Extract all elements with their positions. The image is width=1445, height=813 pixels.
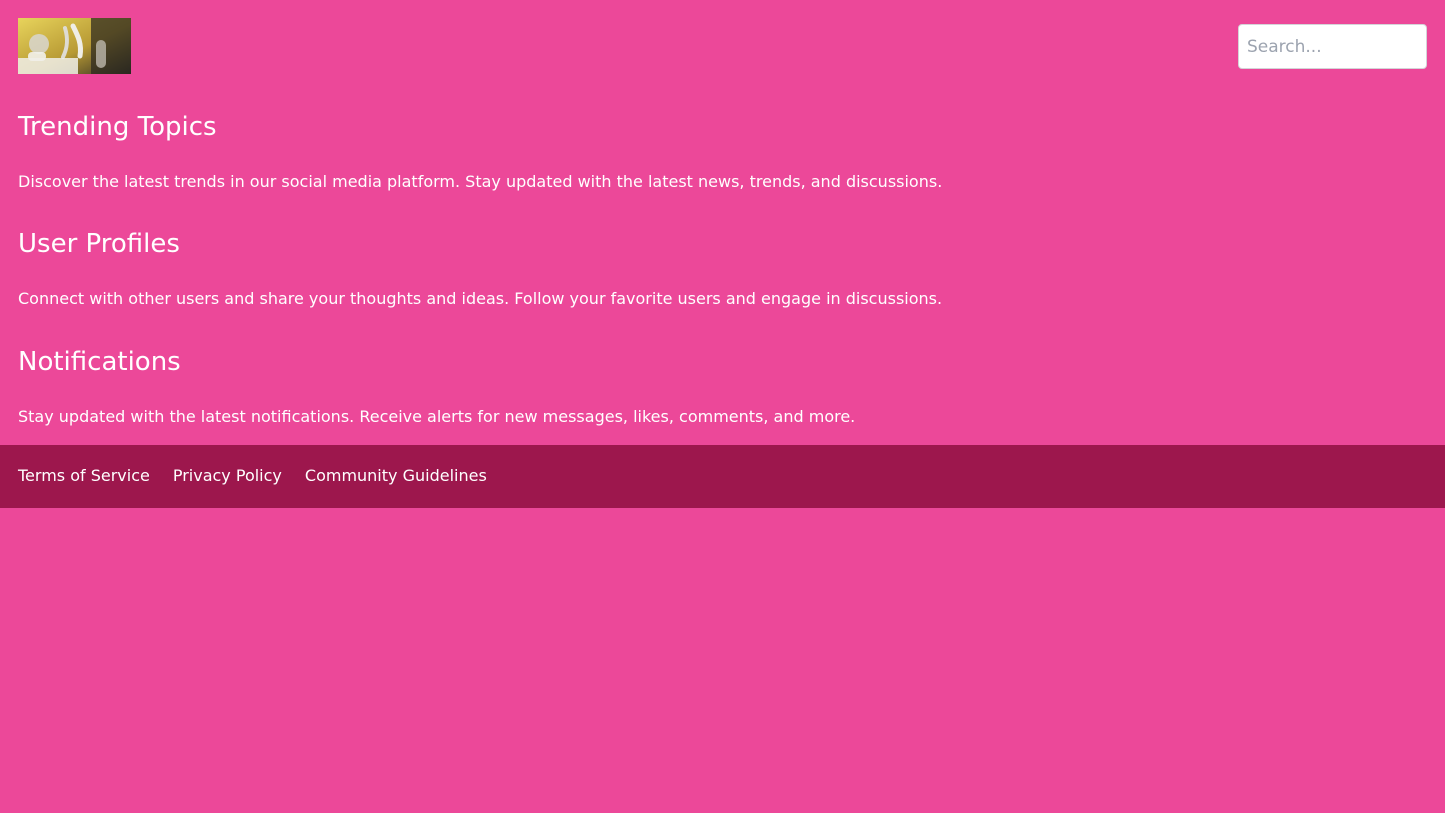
footer-link-privacy-policy[interactable]: Privacy Policy <box>173 465 282 487</box>
section-title: User Profiles <box>18 229 180 259</box>
site-header <box>0 0 1445 75</box>
section-notifications: Notifications Stay updated with the late… <box>18 347 1408 426</box>
section-title: Trending Topics <box>18 112 217 142</box>
section-text: Stay updated with the latest notificatio… <box>18 407 856 426</box>
site-footer: Terms of Service Privacy Policy Communit… <box>0 445 1445 508</box>
section-trending-topics: Trending Topics Discover the latest tren… <box>18 112 1408 191</box>
footer-link-terms-of-service[interactable]: Terms of Service <box>18 465 150 487</box>
section-title: Notifications <box>18 347 181 377</box>
footer-link-community-guidelines[interactable]: Community Guidelines <box>305 465 487 487</box>
footer-links: Terms of Service Privacy Policy Communit… <box>18 465 487 487</box>
main-content: Trending Topics Discover the latest tren… <box>0 75 1445 445</box>
section-text: Discover the latest trends in our social… <box>18 172 943 191</box>
logo-image[interactable] <box>18 18 131 74</box>
search-input[interactable] <box>1238 24 1427 69</box>
section-text: Connect with other users and share your … <box>18 289 943 308</box>
section-user-profiles: User Profiles Connect with other users a… <box>18 229 1408 308</box>
